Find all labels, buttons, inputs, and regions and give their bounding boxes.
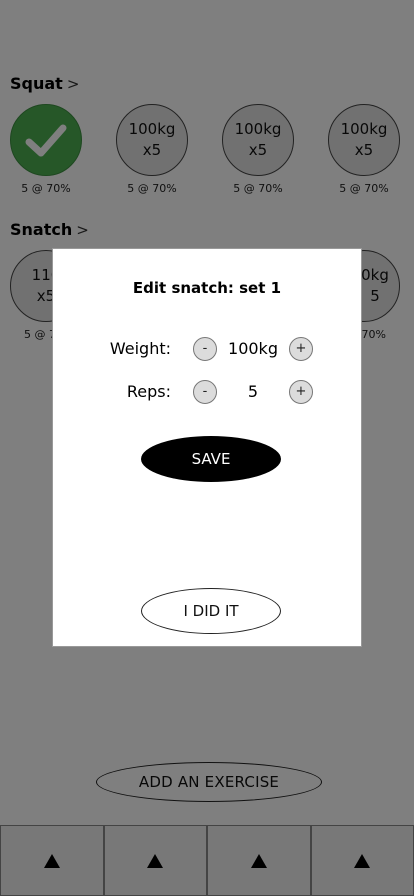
reps-value: 5 <box>247 382 259 401</box>
reps-increment-button[interactable]: + <box>289 380 313 404</box>
reps-row: Reps: - 5 + <box>53 378 361 406</box>
reps-decrement-button[interactable]: - <box>193 380 217 404</box>
weight-row: Weight: - 100kg + <box>53 335 361 363</box>
save-button[interactable]: SAVE <box>141 436 281 482</box>
i-did-it-button[interactable]: I DID IT <box>141 588 281 634</box>
weight-value: 100kg <box>228 339 278 358</box>
weight-decrement-button[interactable]: - <box>193 337 217 361</box>
weight-label: Weight: <box>109 339 171 358</box>
weight-increment-button[interactable]: + <box>289 337 313 361</box>
workout-screen: Squat > 5 @ 70% 100kg x5 5 @ 70% 100kg x… <box>0 0 414 896</box>
reps-label: Reps: <box>126 382 171 401</box>
dialog-title: Edit snatch: set 1 <box>132 279 282 297</box>
edit-set-dialog: Edit snatch: set 1 Weight: - 100kg + Rep… <box>52 248 362 647</box>
